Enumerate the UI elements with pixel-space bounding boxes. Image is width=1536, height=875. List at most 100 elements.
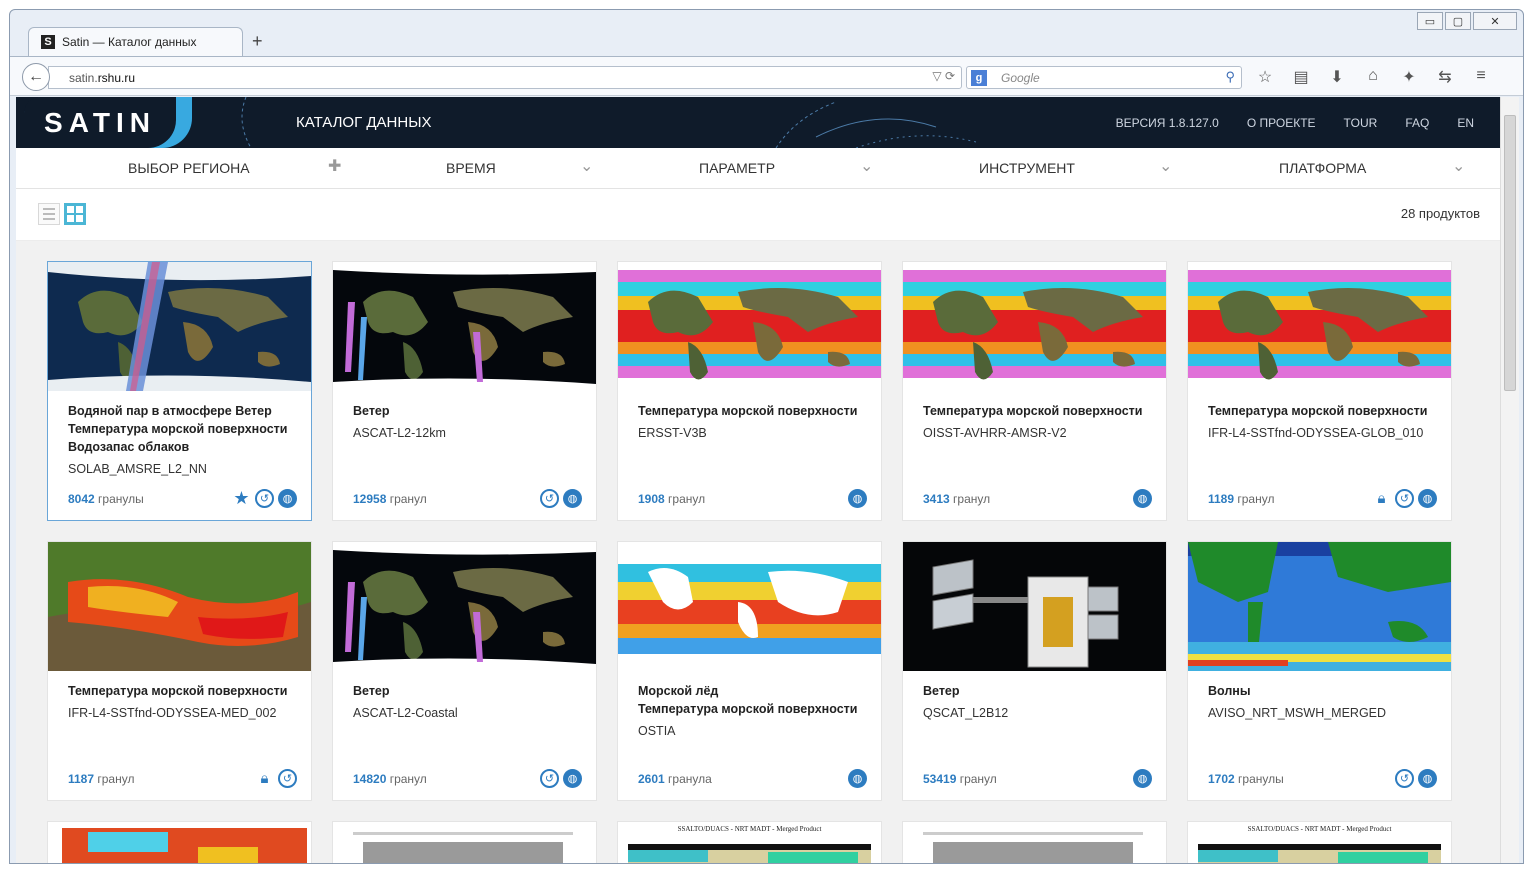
history-icon[interactable]: ↺	[278, 769, 297, 788]
product-card[interactable]: Ветер ASCAT-L2-12km 12958 гранул ↺ ◍	[332, 261, 597, 521]
grid-view-button[interactable]	[64, 203, 86, 225]
product-card[interactable]	[332, 821, 597, 863]
filter-platform[interactable]: ПЛАТФОРМА	[1279, 160, 1366, 176]
globe-icon[interactable]: ◍	[1418, 489, 1437, 508]
granule-count[interactable]: 53419 гранул	[923, 772, 997, 786]
catalog-title[interactable]: КАТАЛОГ ДАННЫХ	[296, 114, 431, 131]
back-button[interactable]: ←	[22, 63, 50, 91]
history-icon[interactable]: ↺	[1395, 489, 1414, 508]
granule-count[interactable]: 1187 гранул	[68, 772, 134, 786]
reload-icon[interactable]: ▽ ⟳	[932, 69, 955, 83]
product-card[interactable]: Температура морской поверхности IFR-L4-SS…	[47, 541, 312, 801]
plus-icon[interactable]: ✚	[328, 156, 341, 176]
globe-icon[interactable]: ◍	[1418, 769, 1437, 788]
history-icon[interactable]: ↺	[1395, 769, 1414, 788]
product-thumbnail[interactable]	[333, 542, 596, 671]
chevron-down-icon[interactable]: ⌄	[1159, 156, 1172, 176]
granule-count[interactable]: 12958 гранул	[353, 492, 427, 506]
globe-icon[interactable]: ◍	[278, 489, 297, 508]
faq-link[interactable]: FAQ	[1405, 116, 1429, 130]
granule-count[interactable]: 1908 гранул	[638, 492, 705, 506]
about-link[interactable]: О ПРОЕКТЕ	[1247, 116, 1316, 130]
product-thumbnail[interactable]	[1188, 262, 1451, 391]
bookmarks-icon[interactable]: ▤	[1289, 67, 1313, 87]
scrollbar[interactable]	[1500, 97, 1519, 863]
product-name[interactable]: QSCAT_L2B12	[923, 706, 1008, 720]
filter-time[interactable]: ВРЕМЯ	[446, 160, 496, 176]
filter-parameter[interactable]: ПАРАМЕТР	[699, 160, 775, 176]
product-card[interactable]: Морской лёд Температура морской поверхнос…	[617, 541, 882, 801]
product-card[interactable]: SSALTO/DUACS - NRT MADT - Merged Product	[1187, 821, 1452, 863]
product-name[interactable]: IFR-L4-SSTfnd-ODYSSEA-MED_002	[68, 706, 276, 720]
scrollbar-thumb[interactable]	[1504, 115, 1516, 391]
product-card[interactable]: Ветер QSCAT_L2B12 53419 гранул ◍	[902, 541, 1167, 801]
url-bar[interactable]: satin. rshu.ru ▽ ⟳	[48, 66, 962, 89]
globe-icon[interactable]: ◍	[563, 489, 582, 508]
home-icon[interactable]: ⌂	[1361, 67, 1385, 87]
version-link[interactable]: ВЕРСИЯ 1.8.127.0	[1116, 116, 1219, 130]
granule-count[interactable]: 8042 гранулы	[68, 492, 144, 506]
product-card[interactable]: SSALTO/DUACS - NRT MADT - Merged Product	[617, 821, 882, 863]
product-name[interactable]: OISST-AVHRR-AMSR-V2	[923, 426, 1067, 440]
granule-count[interactable]: 2601 гранула	[638, 772, 712, 786]
product-card[interactable]	[47, 821, 312, 863]
globe-icon[interactable]: ◍	[563, 769, 582, 788]
product-thumbnail[interactable]	[903, 262, 1166, 391]
product-card[interactable]	[902, 821, 1167, 863]
product-name[interactable]: AVISO_NRT_MSWH_MERGED	[1208, 706, 1386, 720]
product-parameters: Температура морской поверхности	[68, 682, 298, 700]
tour-link[interactable]: TOUR	[1344, 116, 1378, 130]
product-card[interactable]: Волны AVISO_NRT_MSWH_MERGED 1702 гранулы ↺ ◍	[1187, 541, 1452, 801]
chevron-down-icon[interactable]: ⌄	[580, 156, 593, 176]
product-card[interactable]: Водяной пар в атмосфере Ветер Температура…	[47, 261, 312, 521]
product-name[interactable]: ASCAT-L2-Coastal	[353, 706, 458, 720]
product-card[interactable]: Температура морской поверхности IFR-L4-SS…	[1187, 261, 1452, 521]
filter-instrument[interactable]: ИНСТРУМЕНТ	[979, 160, 1075, 176]
product-card[interactable]: Температура морской поверхности ERSST-V3B…	[617, 261, 882, 521]
chevron-down-icon[interactable]: ⌄	[860, 156, 873, 176]
sync-icon[interactable]: ⇆	[1433, 67, 1457, 87]
filter-region[interactable]: ВЫБОР РЕГИОНА	[128, 160, 250, 176]
globe-icon[interactable]: ◍	[848, 769, 867, 788]
lock-icon[interactable]: 🔒︎	[1372, 489, 1391, 508]
history-icon[interactable]: ↺	[255, 489, 274, 508]
product-thumbnail[interactable]	[618, 542, 881, 671]
product-name[interactable]: SOLAB_AMSRE_L2_NN	[68, 462, 207, 476]
browser-tab[interactable]: S Satin — Каталог данных	[28, 27, 243, 56]
new-tab-button[interactable]: +	[252, 31, 263, 52]
history-icon[interactable]: ↺	[540, 489, 559, 508]
globe-icon[interactable]: ◍	[1133, 769, 1152, 788]
product-card[interactable]: Ветер ASCAT-L2-Coastal 14820 гранул ↺ ◍	[332, 541, 597, 801]
menu-icon[interactable]: ≡	[1469, 67, 1493, 87]
globe-icon[interactable]: ◍	[1133, 489, 1152, 508]
addon-icon[interactable]: ✦	[1397, 67, 1421, 87]
granule-count[interactable]: 3413 гранул	[923, 492, 990, 506]
satin-logo[interactable]: SATIN	[24, 97, 192, 148]
product-name[interactable]: IFR-L4-SSTfnd-ODYSSEA-GLOB_010	[1208, 426, 1423, 440]
granule-count[interactable]: 1702 гранулы	[1208, 772, 1284, 786]
parameter-label: Температура морской поверхности	[638, 702, 858, 716]
product-thumbnail[interactable]	[618, 262, 881, 391]
product-card[interactable]: Температура морской поверхности OISST-AVH…	[902, 261, 1167, 521]
lock-icon[interactable]: 🔒︎	[255, 769, 274, 788]
search-input[interactable]: g Google ⚲	[966, 66, 1242, 89]
product-name[interactable]: OSTIA	[638, 724, 676, 738]
history-icon[interactable]: ↺	[540, 769, 559, 788]
product-thumbnail[interactable]	[48, 542, 311, 671]
list-view-button[interactable]	[38, 203, 60, 225]
product-thumbnail[interactable]	[48, 262, 311, 391]
download-icon[interactable]: ⬇	[1325, 67, 1349, 87]
globe-icon[interactable]: ◍	[848, 489, 867, 508]
granule-count[interactable]: 14820 гранул	[353, 772, 427, 786]
product-thumbnail[interactable]	[903, 542, 1166, 671]
product-thumbnail[interactable]	[333, 262, 596, 391]
product-thumbnail[interactable]	[1188, 542, 1451, 671]
search-icon[interactable]: ⚲	[1225, 69, 1235, 85]
granule-count[interactable]: 1189 гранул	[1208, 492, 1274, 506]
favorite-star-icon[interactable]: ★	[232, 488, 251, 508]
product-name[interactable]: ASCAT-L2-12km	[353, 426, 446, 440]
chevron-down-icon[interactable]: ⌄	[1452, 156, 1465, 176]
product-name[interactable]: ERSST-V3B	[638, 426, 707, 440]
language-link[interactable]: EN	[1457, 116, 1474, 130]
star-icon[interactable]: ☆	[1253, 67, 1277, 87]
